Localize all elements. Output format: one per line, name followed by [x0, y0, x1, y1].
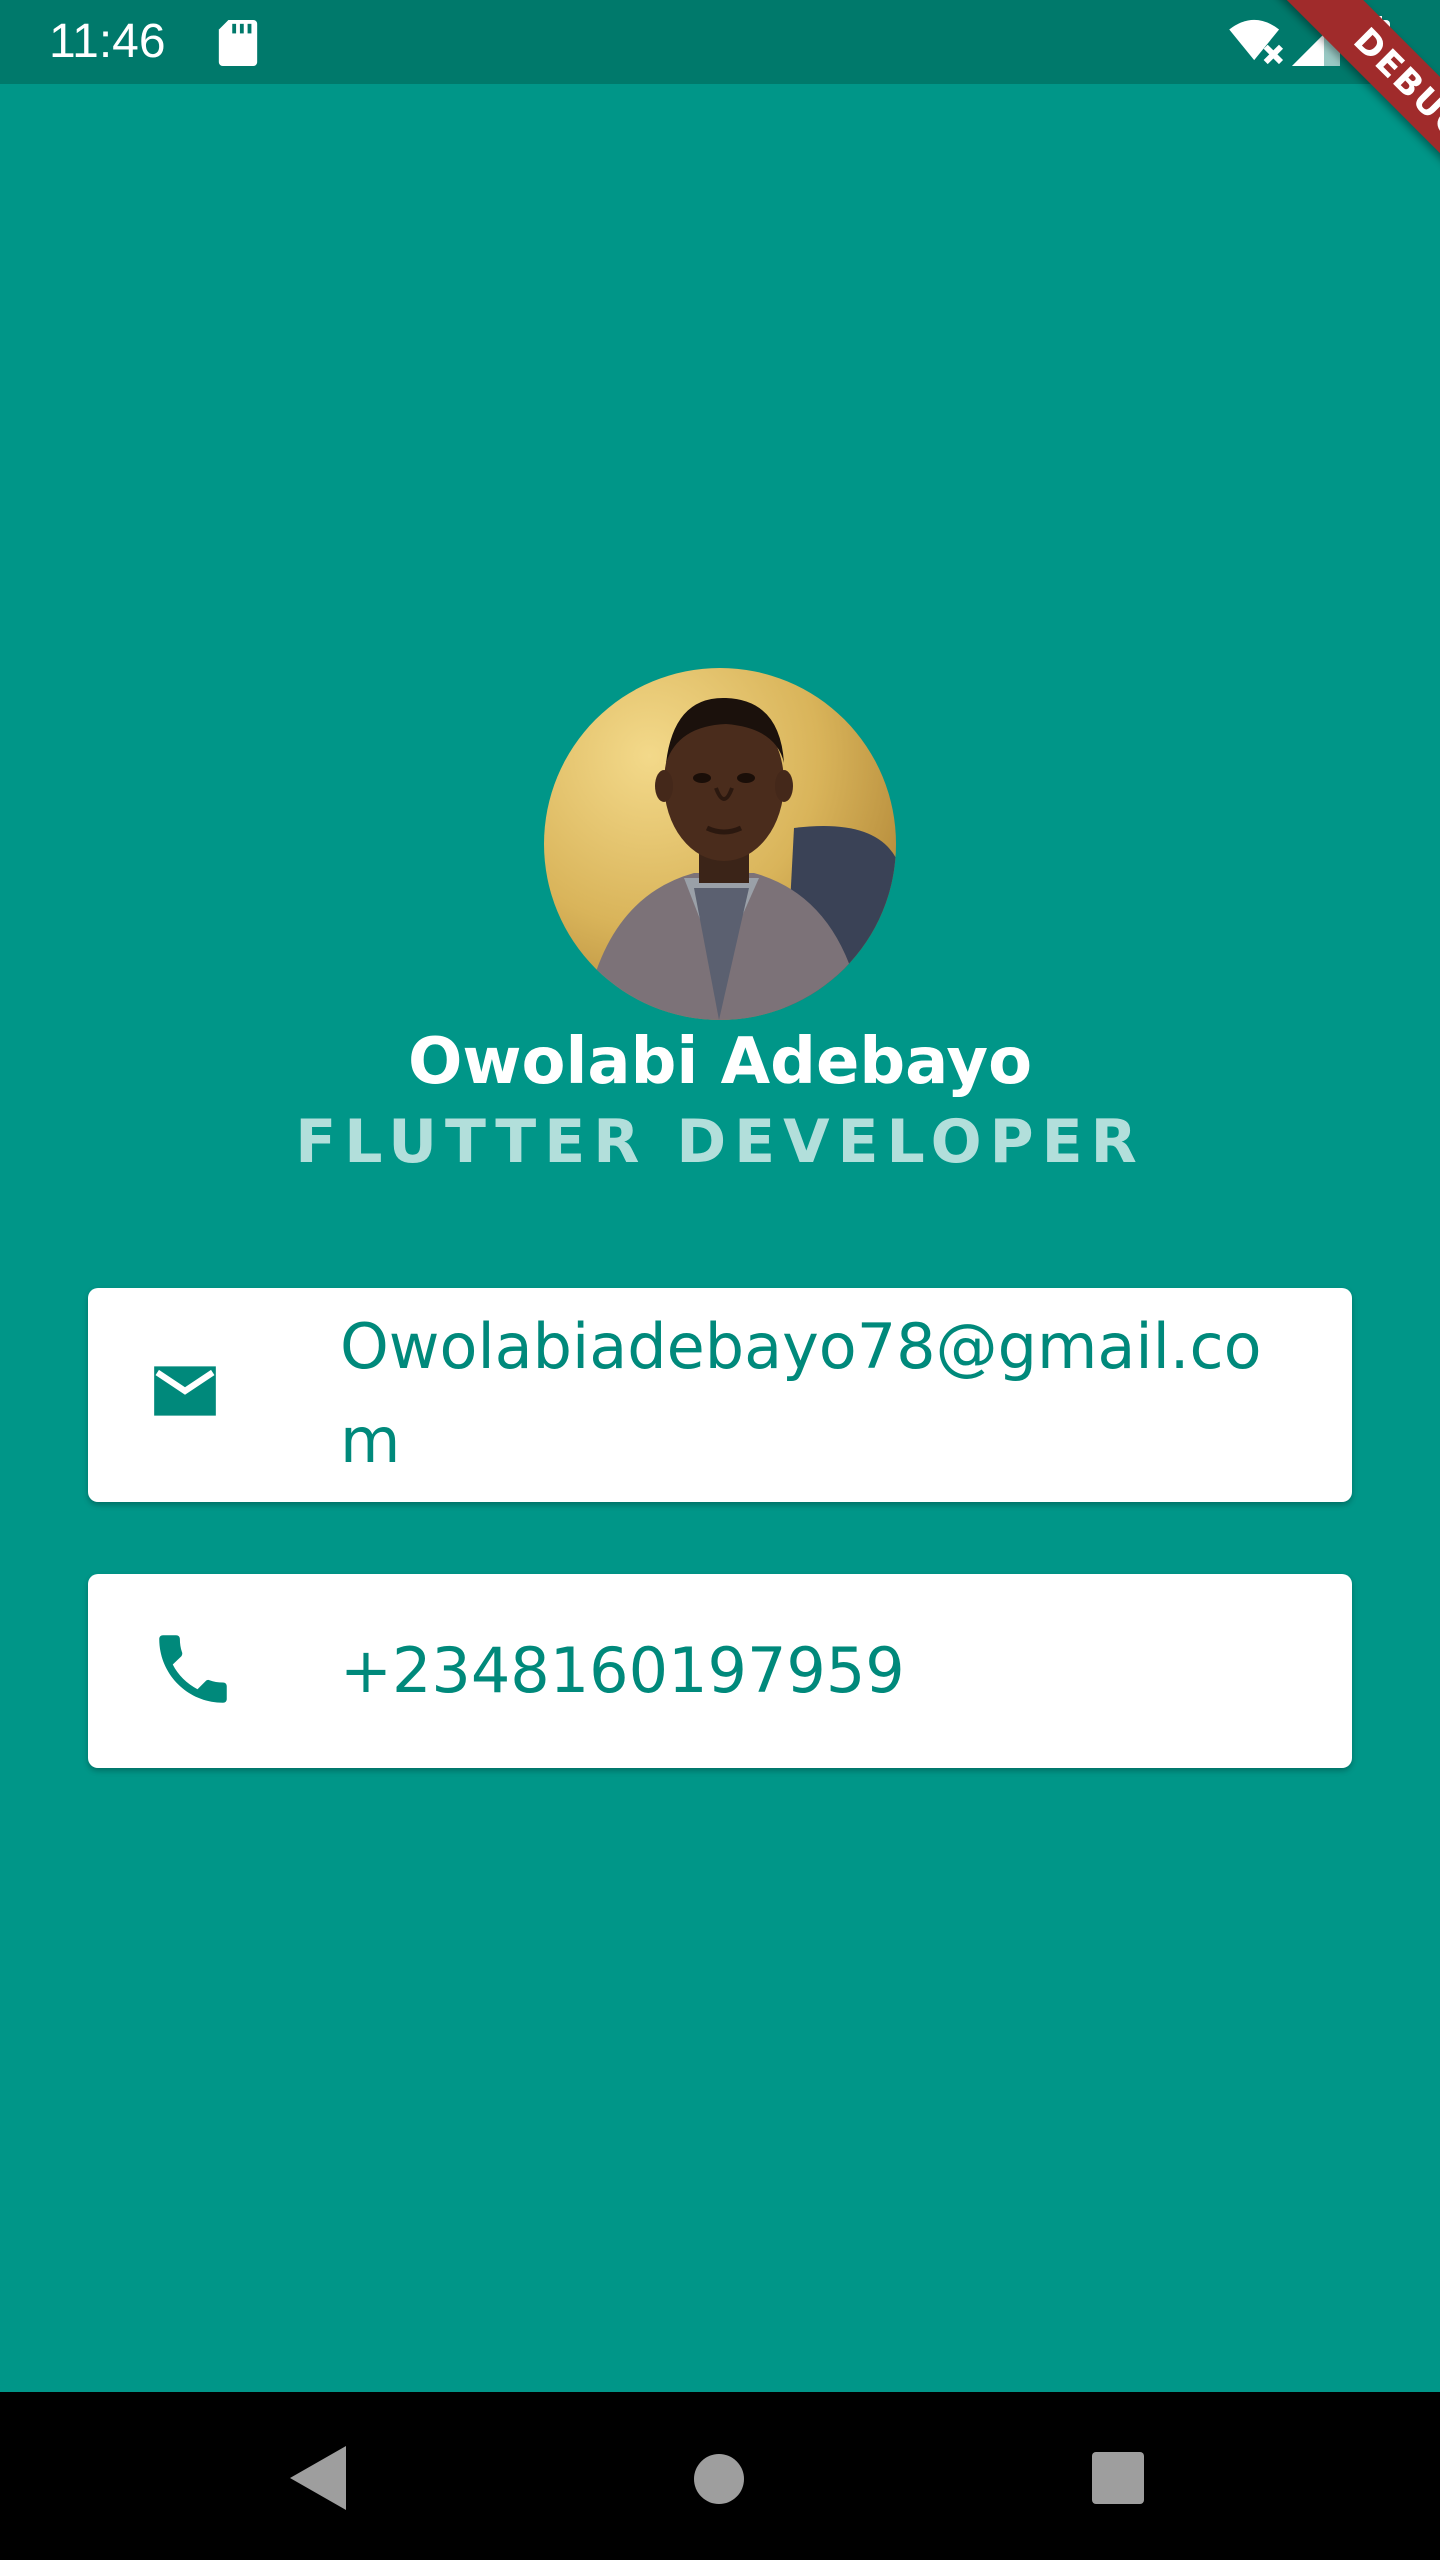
avatar — [544, 668, 896, 1020]
profile-title: FLUTTER DEVELOPER — [295, 1107, 1145, 1177]
phone-card[interactable]: +2348160197959 — [88, 1574, 1352, 1768]
phone-text: +2348160197959 — [340, 1634, 905, 1707]
sd-card-icon — [218, 20, 258, 66]
navigation-bar — [0, 2392, 1440, 2560]
email-card[interactable]: Owolabiadebayo78@gmail.com — [88, 1288, 1352, 1502]
status-bar: 11:46 — [0, 0, 1440, 84]
home-icon[interactable] — [694, 2454, 744, 2504]
back-icon[interactable] — [290, 2446, 346, 2510]
email-text: Owolabiadebayo78@gmail.com — [340, 1310, 1262, 1477]
avatar-image — [544, 668, 896, 1020]
wifi-icon — [1229, 19, 1284, 64]
app-screen: 11:46 DEBUG Owolabi Adebayo FLUTTER DEVE… — [0, 0, 1440, 2560]
profile-name: Owolabi Adebayo — [407, 1025, 1033, 1099]
phone-icon — [159, 1635, 227, 1703]
mail-icon — [154, 1366, 216, 1416]
status-time: 11:46 — [49, 15, 166, 68]
recent-apps-icon[interactable] — [1092, 2452, 1144, 2504]
